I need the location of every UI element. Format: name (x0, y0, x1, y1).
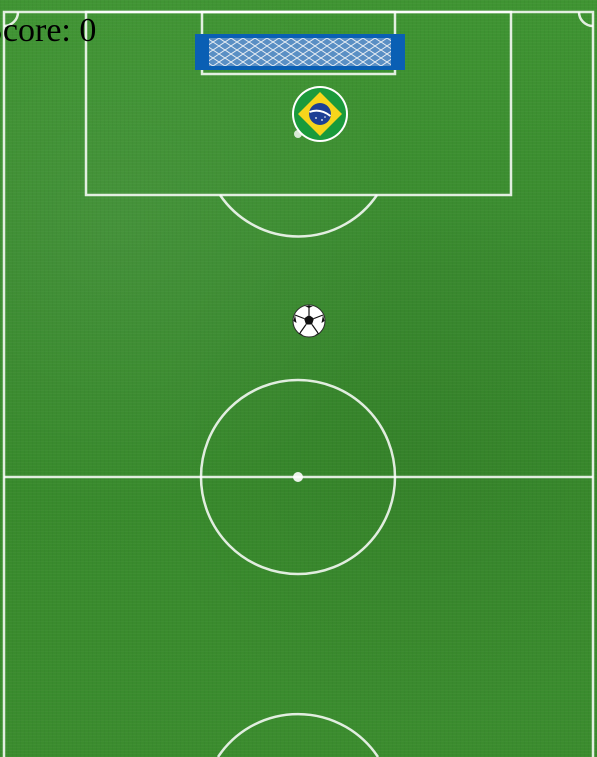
soccer-ball-icon[interactable] (292, 304, 326, 338)
soccer-field: Score: 0 (0, 0, 597, 757)
brazil-flag-icon[interactable] (291, 85, 349, 143)
score-display: Score: 0 (0, 12, 97, 49)
goal-net (195, 34, 405, 70)
